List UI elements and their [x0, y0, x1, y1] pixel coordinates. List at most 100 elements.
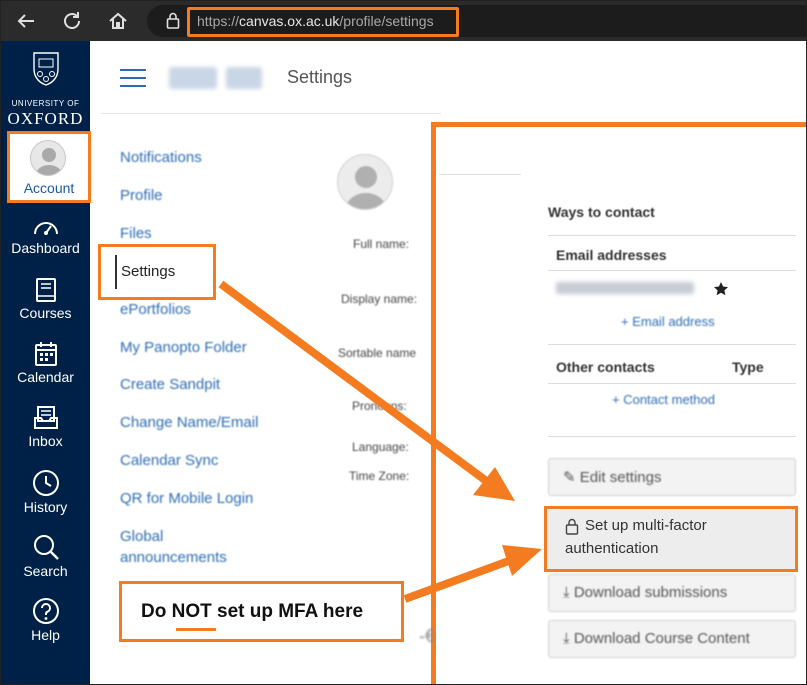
- reload-icon[interactable]: [61, 10, 83, 32]
- clock-icon: [32, 470, 59, 496]
- divider: [548, 344, 796, 345]
- nav-history[interactable]: History: [1, 469, 90, 515]
- mfa-label-line1: Set up multi-factor: [585, 517, 707, 534]
- download-course-content-label: Download Course Content: [573, 630, 750, 647]
- emphasis-underline: [176, 628, 216, 631]
- type-column-heading: Type: [732, 359, 764, 375]
- email-addresses-heading: Email addresses: [556, 247, 667, 263]
- header-divider: [101, 113, 441, 114]
- nav-inbox[interactable]: Inbox: [1, 405, 90, 449]
- search-icon: [33, 535, 59, 560]
- download-icon: ⤓: [563, 630, 570, 647]
- label-sortable-name: Sortable name: [338, 346, 417, 360]
- other-contacts-heading: Other contacts: [556, 359, 655, 375]
- divider: [548, 436, 796, 437]
- pencil-icon: ✎: [563, 469, 576, 486]
- divider: [548, 383, 796, 384]
- download-course-content-button[interactable]: ⤓ Download Course Content: [548, 620, 796, 658]
- star-icon[interactable]: [713, 281, 729, 297]
- oxford-text: OXFORD: [7, 109, 84, 128]
- profile-nav-calendar-sync[interactable]: Calendar Sync: [120, 452, 218, 469]
- profile-nav-announcements[interactable]: announcements: [120, 549, 227, 566]
- label-full-name: Full name:: [353, 237, 410, 251]
- university-logo-text[interactable]: UNIVERSITY OF OXFORD: [1, 99, 90, 129]
- profile-nav-profile[interactable]: Profile: [120, 187, 163, 204]
- download-submissions-label: Download submissions: [573, 584, 728, 601]
- user-avatar: [30, 140, 66, 176]
- profile-nav-global[interactable]: Global: [120, 528, 163, 545]
- nav-account[interactable]: Account: [7, 131, 91, 203]
- label-pronouns: Pronouns:: [352, 399, 407, 413]
- home-icon[interactable]: [107, 10, 129, 32]
- nav-dashboard[interactable]: Dashboard: [1, 214, 90, 256]
- divider: [548, 235, 796, 236]
- calendar-icon: [34, 342, 57, 366]
- panel-divider: [439, 174, 521, 175]
- inbox-icon: [33, 406, 58, 429]
- university-of-text: UNIVERSITY OF: [11, 99, 80, 108]
- profile-nav-notifications[interactable]: Notifications: [120, 149, 202, 166]
- divider: [548, 270, 796, 271]
- nav-calendar[interactable]: Calendar: [1, 341, 90, 385]
- nav-account-label: Account: [23, 180, 75, 196]
- nav-history-label: History: [23, 499, 68, 515]
- profile-nav-change-name[interactable]: Change Name/Email: [120, 414, 258, 431]
- callout-emphasis: NOT: [171, 601, 212, 622]
- breadcrumb-redacted[interactable]: [169, 67, 217, 89]
- profile-nav-panopto[interactable]: My Panopto Folder: [120, 339, 247, 356]
- profile-nav-qr-login[interactable]: QR for Mobile Login: [120, 490, 253, 507]
- oxford-crest-icon: [33, 52, 59, 86]
- profile-nav-sandpit[interactable]: Create Sandpit: [120, 376, 220, 393]
- edit-settings-label: Edit settings: [579, 469, 662, 486]
- nav-courses-label: Courses: [19, 305, 72, 321]
- profile-nav-settings[interactable]: Settings: [98, 244, 216, 300]
- active-indicator: [115, 255, 117, 289]
- callout-pre: Do: [141, 601, 172, 622]
- profile-avatar[interactable]: [337, 154, 393, 210]
- nav-help-label: Help: [31, 627, 60, 643]
- page-title: Settings: [287, 67, 353, 87]
- callout-text: Do NOT set up MFA here: [141, 601, 363, 623]
- label-language: Language:: [352, 440, 409, 454]
- nav-calendar-label: Calendar: [17, 369, 74, 385]
- url-text[interactable]: https://canvas.ox.ac.uk/profile/settings: [197, 13, 434, 29]
- download-icon: ⤓: [563, 584, 570, 601]
- lock-icon: [166, 12, 180, 29]
- menu-toggle-icon[interactable]: [120, 69, 146, 89]
- nav-inbox-label: Inbox: [28, 433, 63, 449]
- browser-toolbar: https://canvas.ox.ac.uk/profile/settings: [1, 1, 806, 41]
- url-host: canvas.ox.ac.uk: [239, 13, 340, 29]
- nav-help[interactable]: Help: [1, 597, 90, 643]
- nav-search-label: Search: [23, 563, 68, 579]
- label-time-zone: Time Zone:: [349, 469, 410, 483]
- url-path: /profile/settings: [339, 13, 434, 29]
- setup-mfa-button[interactable]: Set up multi-factor authentication: [544, 506, 798, 572]
- warning-callout: Do NOT set up MFA here: [119, 581, 404, 642]
- nav-dashboard-label: Dashboard: [11, 240, 80, 256]
- profile-nav-eportfolios[interactable]: ePortfolios: [120, 301, 191, 318]
- screenshot-root: https://canvas.ox.ac.uk/profile/settings…: [0, 0, 807, 685]
- person-silhouette-icon: [346, 166, 386, 209]
- profile-nav-files[interactable]: Files: [120, 225, 152, 242]
- label-display-name: Display name:: [341, 292, 418, 306]
- back-arrow-icon[interactable]: [15, 10, 37, 32]
- book-icon: [35, 278, 56, 302]
- url-scheme: https://: [197, 13, 240, 29]
- edit-settings-button[interactable]: ✎ Edit settings: [548, 458, 796, 496]
- profile-nav-settings-label: Settings: [121, 263, 176, 280]
- nav-search[interactable]: Search: [1, 533, 90, 579]
- callout-post: set up MFA here: [211, 601, 364, 622]
- ways-to-contact-heading: Ways to contact: [548, 204, 655, 220]
- lock-icon: [565, 518, 579, 535]
- mfa-label-line2: authentication: [565, 540, 659, 557]
- breadcrumb-redacted[interactable]: [226, 67, 262, 89]
- add-email-link[interactable]: + Email address: [621, 314, 715, 329]
- add-contact-method-link[interactable]: + Contact method: [612, 392, 715, 407]
- dashboard-gauge-icon: [33, 222, 58, 235]
- question-icon: [32, 598, 59, 624]
- person-silhouette-icon: [36, 148, 62, 175]
- email-redacted: [556, 282, 694, 294]
- partial-text-fragment: -€: [419, 626, 436, 646]
- download-submissions-button[interactable]: ⤓ Download submissions: [548, 574, 796, 612]
- nav-courses[interactable]: Courses: [1, 277, 90, 321]
